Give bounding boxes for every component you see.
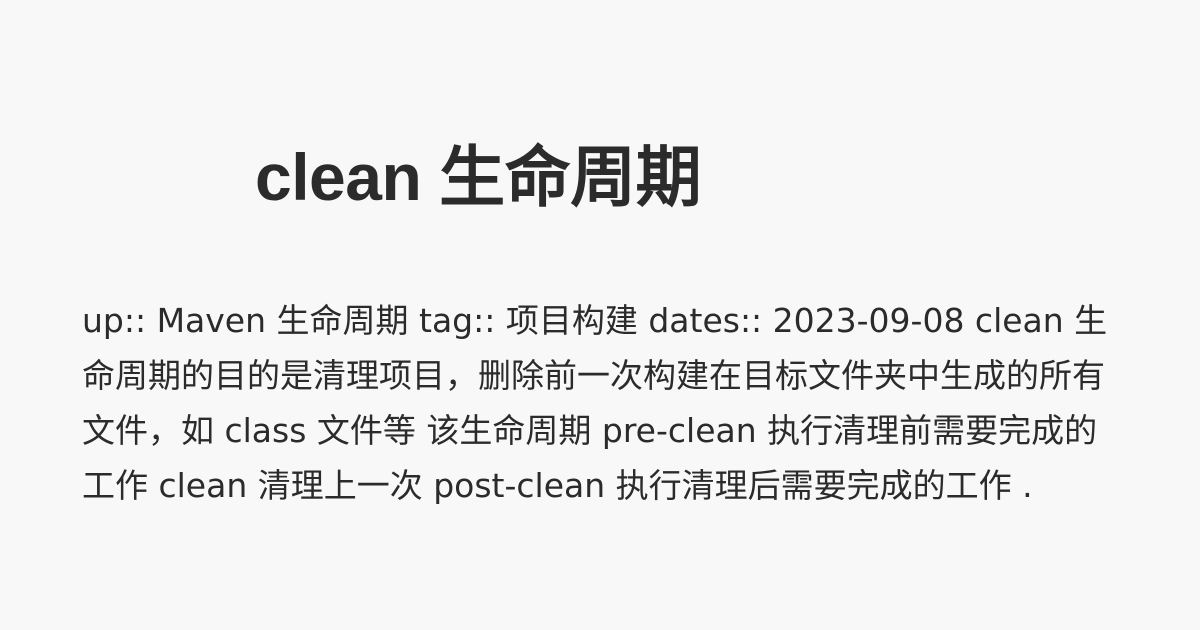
page-excerpt: up:: Maven 生命周期 tag:: 项目构建 dates:: 2023-… [82, 301, 1108, 505]
page-title: clean 生命周期 [255, 140, 702, 214]
preview-card: clean 生命周期 up:: Maven 生命周期 tag:: 项目构建 da… [0, 0, 1200, 630]
